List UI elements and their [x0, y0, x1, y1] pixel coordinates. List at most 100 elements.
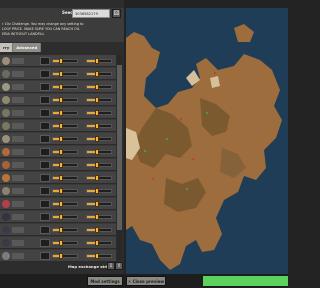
frequency-slider-handle[interactable]	[59, 58, 64, 64]
size-slider[interactable]	[86, 253, 112, 259]
map-preview[interactable]	[126, 8, 288, 274]
close-preview-button[interactable]: ✕ Close preview	[126, 276, 166, 286]
resource-checkbox[interactable]	[12, 71, 24, 77]
size-slider[interactable]	[86, 110, 112, 116]
resource-checkbox[interactable]	[12, 175, 24, 181]
richness-input[interactable]	[40, 57, 50, 65]
frequency-slider[interactable]	[52, 175, 78, 181]
size-slider-handle[interactable]	[94, 136, 99, 142]
frequency-slider-handle[interactable]	[59, 84, 64, 90]
size-slider[interactable]	[86, 162, 112, 168]
richness-input[interactable]	[40, 187, 50, 195]
frequency-slider-handle[interactable]	[59, 162, 64, 168]
frequency-slider-handle[interactable]	[59, 123, 64, 129]
frequency-slider-handle[interactable]	[59, 240, 64, 246]
frequency-slider-handle[interactable]	[59, 175, 64, 181]
frequency-slider[interactable]	[52, 188, 78, 194]
richness-input[interactable]	[40, 135, 50, 143]
richness-input[interactable]	[40, 252, 50, 260]
size-slider-handle[interactable]	[94, 58, 99, 64]
resource-checkbox[interactable]	[12, 84, 24, 90]
frequency-slider-handle[interactable]	[59, 149, 64, 155]
frequency-slider[interactable]	[52, 240, 78, 246]
resource-checkbox[interactable]	[12, 253, 24, 259]
size-slider[interactable]	[86, 123, 112, 129]
frequency-slider[interactable]	[52, 201, 78, 207]
tab-advanced[interactable]: Advanced	[13, 43, 42, 52]
resource-checkbox[interactable]	[12, 58, 24, 64]
frequency-slider-handle[interactable]	[59, 201, 64, 207]
richness-input[interactable]	[40, 109, 50, 117]
richness-input[interactable]	[40, 239, 50, 247]
mod-settings-button[interactable]: Mod settings	[87, 276, 123, 286]
frequency-slider[interactable]	[52, 110, 78, 116]
richness-input[interactable]	[40, 148, 50, 156]
size-slider[interactable]	[86, 149, 112, 155]
resource-checkbox[interactable]	[12, 97, 24, 103]
resource-list-scrollbar[interactable]	[117, 55, 122, 260]
size-slider-handle[interactable]	[94, 201, 99, 207]
frequency-slider[interactable]	[52, 149, 78, 155]
frequency-slider-handle[interactable]	[59, 136, 64, 142]
size-slider-handle[interactable]	[94, 188, 99, 194]
confirm-button[interactable]	[203, 276, 288, 286]
frequency-slider-handle[interactable]	[59, 214, 64, 220]
seed-input[interactable]: 3036582179	[72, 9, 110, 18]
resource-checkbox[interactable]	[12, 136, 24, 142]
export-icon[interactable]: ⇧	[115, 262, 123, 270]
frequency-slider[interactable]	[52, 214, 78, 220]
size-slider[interactable]	[86, 58, 112, 64]
size-slider-handle[interactable]	[94, 149, 99, 155]
size-slider-handle[interactable]	[94, 123, 99, 129]
size-slider[interactable]	[86, 71, 112, 77]
resource-checkbox[interactable]	[12, 123, 24, 129]
size-slider-handle[interactable]	[94, 240, 99, 246]
size-slider-handle[interactable]	[94, 71, 99, 77]
frequency-slider-handle[interactable]	[59, 188, 64, 194]
size-slider-handle[interactable]	[94, 175, 99, 181]
frequency-slider-handle[interactable]	[59, 227, 64, 233]
frequency-slider[interactable]	[52, 123, 78, 129]
frequency-slider[interactable]	[52, 227, 78, 233]
richness-input[interactable]	[40, 161, 50, 169]
frequency-slider[interactable]	[52, 97, 78, 103]
resource-checkbox[interactable]	[12, 214, 24, 220]
import-icon[interactable]: ⇩	[107, 262, 115, 270]
size-slider[interactable]	[86, 214, 112, 220]
size-slider[interactable]	[86, 136, 112, 142]
size-slider[interactable]	[86, 227, 112, 233]
frequency-slider[interactable]	[52, 71, 78, 77]
size-slider-handle[interactable]	[94, 162, 99, 168]
size-slider-handle[interactable]	[94, 253, 99, 259]
frequency-slider[interactable]	[52, 84, 78, 90]
frequency-slider[interactable]	[52, 162, 78, 168]
richness-input[interactable]	[40, 213, 50, 221]
dice-icon[interactable]: ⚄	[112, 9, 121, 18]
resource-checkbox[interactable]	[12, 110, 24, 116]
size-slider[interactable]	[86, 240, 112, 246]
size-slider-handle[interactable]	[94, 110, 99, 116]
frequency-slider-handle[interactable]	[59, 97, 64, 103]
size-slider[interactable]	[86, 201, 112, 207]
size-slider[interactable]	[86, 175, 112, 181]
size-slider[interactable]	[86, 97, 112, 103]
size-slider[interactable]	[86, 84, 112, 90]
resource-checkbox[interactable]	[12, 149, 24, 155]
richness-input[interactable]	[40, 174, 50, 182]
size-slider-handle[interactable]	[94, 84, 99, 90]
resource-checkbox[interactable]	[12, 240, 24, 246]
size-slider-handle[interactable]	[94, 214, 99, 220]
size-slider-handle[interactable]	[94, 227, 99, 233]
scrollbar-thumb[interactable]	[117, 65, 122, 230]
frequency-slider-handle[interactable]	[59, 71, 64, 77]
richness-input[interactable]	[40, 200, 50, 208]
resource-checkbox[interactable]	[12, 201, 24, 207]
resource-checkbox[interactable]	[12, 162, 24, 168]
richness-input[interactable]	[40, 96, 50, 104]
size-slider-handle[interactable]	[94, 97, 99, 103]
resource-checkbox[interactable]	[12, 188, 24, 194]
frequency-slider[interactable]	[52, 58, 78, 64]
richness-input[interactable]	[40, 70, 50, 78]
frequency-slider[interactable]	[52, 253, 78, 259]
frequency-slider-handle[interactable]	[59, 110, 64, 116]
